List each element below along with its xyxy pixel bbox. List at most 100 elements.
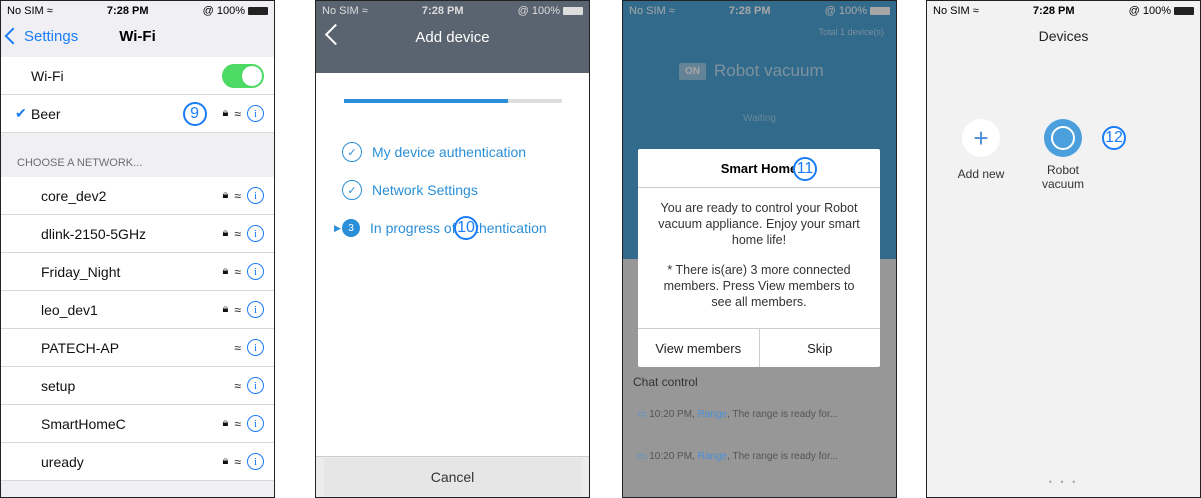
- dialog-buttons: View members Skip: [638, 328, 880, 367]
- network-name: PATECH-AP: [41, 339, 120, 356]
- page-title: Wi-Fi: [119, 27, 156, 45]
- dialog-message: You are ready to control your Robot vacu…: [658, 201, 860, 247]
- wifi-toggle[interactable]: [222, 63, 264, 88]
- device-control-screen: No SIM ≈ 7:28 PM @ 100% Total 1 device(s…: [622, 0, 897, 498]
- wifi-toggle-row: Wi-Fi: [1, 57, 274, 95]
- network-list: core_dev2 🔒︎ ≈ i dlink-2150-5GHz 🔒︎ ≈ i Friday_N…: [1, 177, 274, 481]
- network-row[interactable]: dlink-2150-5GHz 🔒︎ ≈ i: [1, 215, 274, 253]
- lock-icon: 🔒︎: [222, 107, 229, 119]
- add-device-screen: No SIM ≈ 7:28 PM @ 100% Add device ✓ My …: [315, 0, 590, 498]
- network-row[interactable]: setup ≈ i: [1, 367, 274, 405]
- lock-icon: 🔒︎: [222, 227, 229, 239]
- time-text: 7:28 PM: [106, 5, 149, 17]
- info-icon[interactable]: i: [247, 339, 264, 356]
- step-badge: 9: [182, 101, 207, 126]
- battery-icon: [1174, 7, 1194, 16]
- cancel-button[interactable]: Cancel: [323, 458, 582, 496]
- check-circle-icon: ✓: [342, 142, 362, 162]
- network-row[interactable]: Friday_Night 🔒︎ ≈ i: [1, 253, 274, 291]
- wifi-signal-icon: ≈: [234, 416, 241, 431]
- chevron-left-icon: [4, 27, 22, 45]
- step-item-current: ▶ 3 In progress of authentication 10: [316, 209, 589, 247]
- dialog-body: You are ready to control your Robot vacu…: [638, 188, 880, 310]
- lock-icon: 🔒︎: [222, 455, 229, 467]
- lock-icon: 🔒︎: [222, 265, 229, 277]
- network-row[interactable]: SmartHomeC 🔒︎ ≈ i: [1, 405, 274, 443]
- progress-fill: [344, 99, 508, 103]
- network-name: Friday_Night: [41, 263, 121, 280]
- step-badge: 10: [454, 216, 478, 240]
- battery-indicator: @ 100%: [203, 5, 268, 17]
- wifi-signal-icon: ≈: [234, 454, 241, 469]
- wifi-signal-icon: ≈: [234, 302, 241, 317]
- devices-screen: No SIM ≈ 7:28 PM @ 100% Devices + Add ne…: [926, 0, 1201, 498]
- network-row[interactable]: core_dev2 🔒︎ ≈ i: [1, 177, 274, 215]
- info-icon[interactable]: i: [247, 415, 264, 432]
- section-header: CHOOSE A NETWORK...: [17, 157, 143, 169]
- chat-item[interactable]: ▭ 10:20 PM, Range, The range is ready fo…: [637, 409, 838, 420]
- network-name: uready: [41, 453, 84, 470]
- checkmark-icon: ✔: [15, 105, 27, 121]
- check-circle-icon: ✓: [342, 180, 362, 200]
- battery-icon: [248, 7, 268, 16]
- page-title: Add device: [415, 28, 490, 46]
- wifi-settings-screen: No SIM ≈ 7:28 PM @ 100% Settings Wi-Fi W…: [0, 0, 275, 498]
- robot-vacuum-device[interactable]: Robot vacuum: [1035, 119, 1091, 191]
- network-name: dlink-2150-5GHz: [41, 225, 147, 242]
- chat-item[interactable]: ▭ 10:20 PM, Range, The range is ready fo…: [637, 451, 838, 462]
- dialog-title: Smart Home: [638, 149, 880, 188]
- page-title: Devices: [1038, 28, 1089, 44]
- page-indicator: • • •: [1048, 477, 1079, 487]
- step-item: ✓ Network Settings: [316, 171, 589, 209]
- progress-bar: [344, 99, 562, 103]
- step-badge: 11: [793, 157, 817, 181]
- info-icon[interactable]: i: [247, 187, 264, 204]
- settings-back-button[interactable]: Settings: [4, 27, 78, 45]
- step-item: ✓ My device authentication: [316, 133, 589, 171]
- step-number: 3: [342, 219, 360, 237]
- info-icon[interactable]: i: [247, 377, 264, 394]
- skip-button[interactable]: Skip: [760, 329, 881, 367]
- wifi-signal-icon: ≈: [234, 226, 241, 241]
- network-name: core_dev2: [41, 187, 107, 204]
- wifi-signal-icon: ≈: [234, 264, 241, 279]
- plus-icon: +: [962, 119, 1000, 157]
- chevron-left-icon: [324, 23, 347, 46]
- info-icon[interactable]: i: [247, 225, 264, 242]
- chat-icon: ▭: [637, 409, 647, 420]
- network-row[interactable]: uready 🔒︎ ≈ i: [1, 443, 274, 481]
- network-name: leo_dev1: [41, 301, 98, 318]
- network-row[interactable]: PATECH-AP ≈ i: [1, 329, 274, 367]
- wifi-signal-icon: ≈: [234, 340, 241, 355]
- info-icon[interactable]: i: [247, 105, 264, 122]
- info-icon[interactable]: i: [247, 263, 264, 280]
- navigation-bar: Settings Wi-Fi: [1, 21, 274, 51]
- add-new-label: Add new: [957, 167, 1005, 181]
- network-name: Beer: [31, 105, 61, 122]
- carrier-text: No SIM ≈: [7, 5, 53, 17]
- network-row[interactable]: leo_dev1 🔒︎ ≈ i: [1, 291, 274, 329]
- wifi-label: Wi-Fi: [31, 67, 64, 84]
- back-button[interactable]: [324, 23, 347, 47]
- status-bar: No SIM ≈ 7:28 PM @ 100%: [1, 1, 274, 21]
- chat-control-label: Chat control: [633, 375, 698, 389]
- header: No SIM ≈ 7:28 PM @ 100% Add device: [316, 1, 589, 73]
- device-label: Robot vacuum: [1041, 163, 1085, 191]
- lock-icon: 🔒︎: [222, 303, 229, 315]
- info-icon[interactable]: i: [247, 453, 264, 470]
- connected-network-row[interactable]: ✔ Beer 9 🔒︎ ≈ i: [1, 95, 274, 133]
- network-name: SmartHomeC: [41, 415, 126, 432]
- wifi-signal-icon: ≈: [234, 378, 241, 393]
- view-members-button[interactable]: View members: [638, 329, 760, 367]
- lock-icon: 🔒︎: [222, 189, 229, 201]
- dialog-members-message: * There is(are) 3 more connected members…: [663, 263, 855, 309]
- smart-home-dialog: Smart Home You are ready to control your…: [638, 149, 880, 367]
- caret-right-icon: ▶: [334, 222, 341, 233]
- chat-icon: ▭: [637, 451, 647, 462]
- steps-list: ✓ My device authentication ✓ Network Set…: [316, 133, 589, 247]
- add-new-button[interactable]: + Add new: [953, 119, 1009, 181]
- cancel-bar: Cancel: [316, 456, 589, 497]
- info-icon[interactable]: i: [247, 301, 264, 318]
- wifi-signal-icon: ≈: [234, 106, 241, 121]
- robot-vacuum-icon: [1044, 119, 1082, 157]
